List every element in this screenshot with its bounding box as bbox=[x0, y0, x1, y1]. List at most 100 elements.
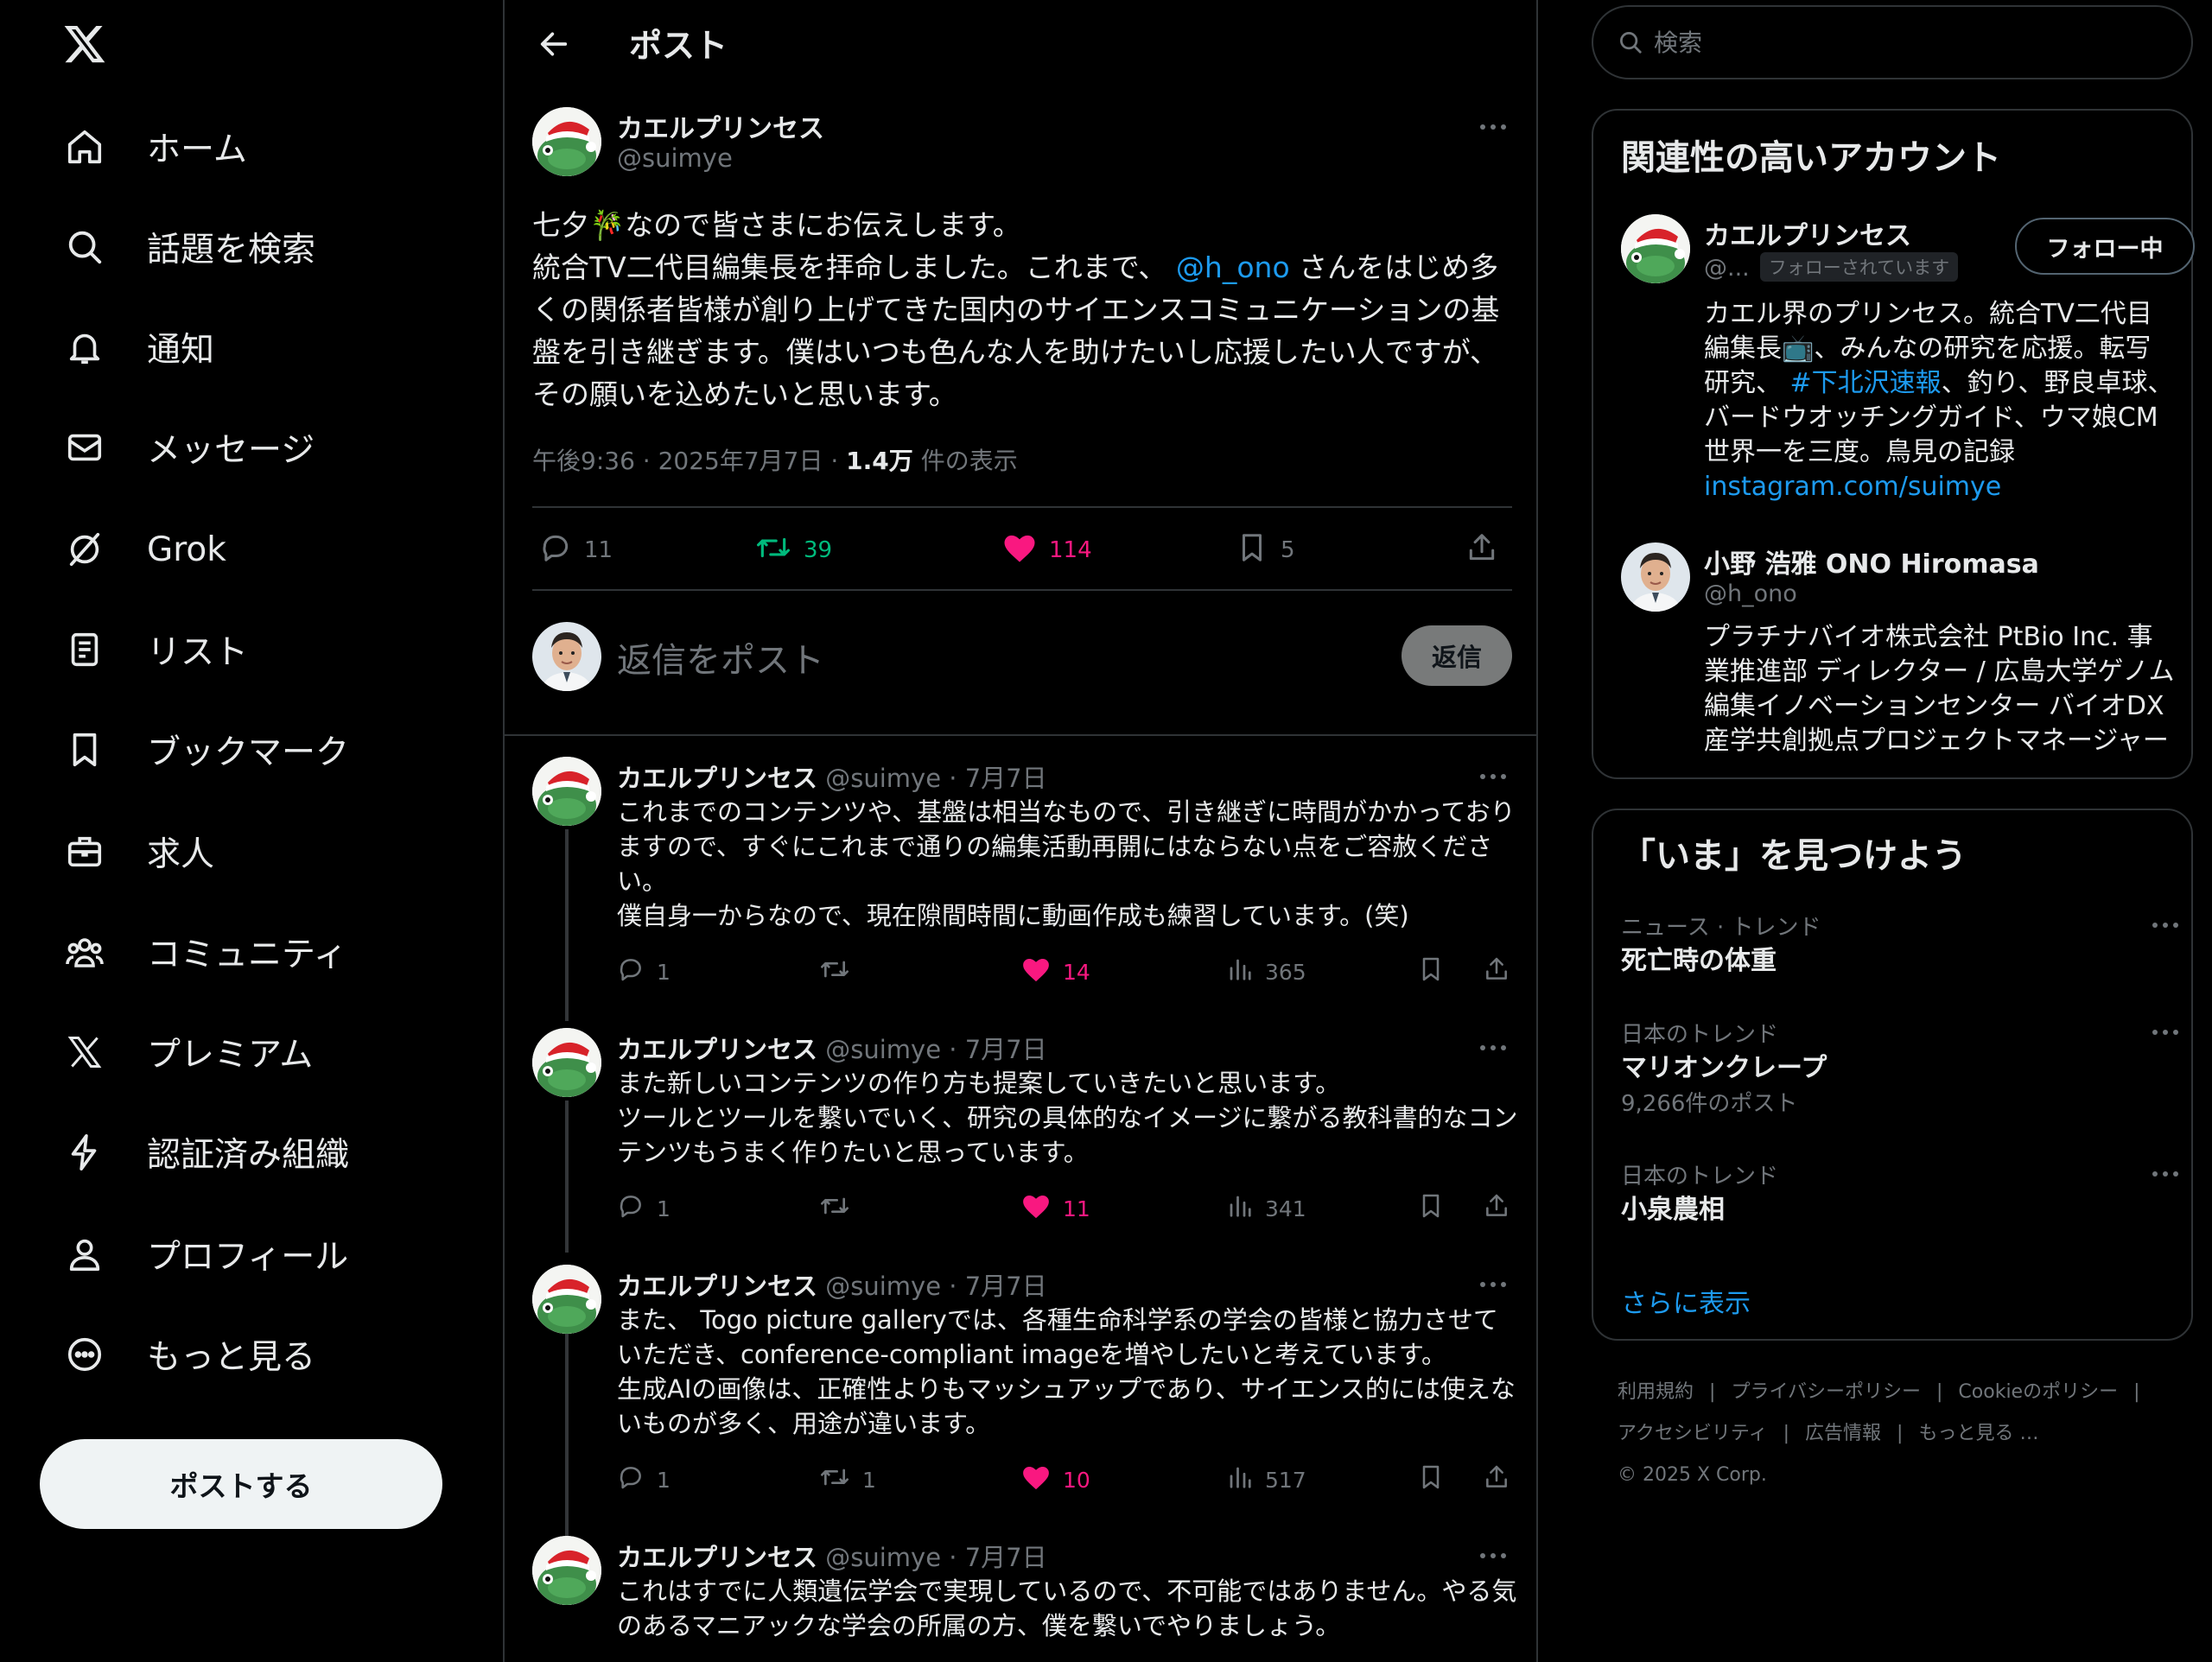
nav-notifications[interactable]: 通知 bbox=[40, 304, 237, 390]
repost-button[interactable] bbox=[819, 1187, 862, 1230]
author-name[interactable]: カエルプリンセス bbox=[617, 1272, 817, 1301]
repost-button[interactable] bbox=[819, 950, 862, 993]
reply-button[interactable]: 1 bbox=[617, 1187, 671, 1230]
author-handle[interactable]: @suimye bbox=[825, 1035, 941, 1064]
view-count: 365 bbox=[1265, 959, 1306, 985]
author-handle[interactable]: @suimye bbox=[825, 764, 941, 793]
avatar[interactable] bbox=[1621, 214, 1690, 283]
following-button[interactable]: フォロー中 bbox=[2015, 218, 2195, 275]
share-button[interactable] bbox=[1483, 1187, 1510, 1230]
trend-item[interactable]: ニュース · トレンド 死亡時の体重 bbox=[1621, 912, 2178, 980]
avatar[interactable] bbox=[532, 757, 601, 826]
nav-explore[interactable]: 話題を検索 bbox=[40, 204, 338, 290]
account-name[interactable]: 小野 浩雅 ONO Hiromasa bbox=[1704, 542, 2039, 580]
nav-grok[interactable]: Grok bbox=[40, 506, 249, 593]
footer-link-ads[interactable]: 広告情報 bbox=[1805, 1423, 1881, 1444]
views-button[interactable]: 341 bbox=[1227, 1187, 1306, 1230]
views-button[interactable]: 517 bbox=[1227, 1458, 1306, 1501]
like-button[interactable]: 114 bbox=[1002, 518, 1092, 582]
nav-premium[interactable]: プレミアム bbox=[40, 1009, 335, 1095]
reply-button[interactable]: 11 bbox=[539, 518, 613, 582]
search-bar[interactable] bbox=[1592, 5, 2193, 79]
show-more-link[interactable]: さらに表示 bbox=[1621, 1282, 1751, 1320]
post-timestamp[interactable]: 午後9:36 · 2025年7月7日 · bbox=[532, 447, 846, 475]
reply-submit-button[interactable]: 返信 bbox=[1402, 625, 1512, 686]
bookmark-icon bbox=[1417, 955, 1445, 988]
views-button[interactable]: 365 bbox=[1227, 950, 1306, 993]
nav-label: Grok bbox=[147, 530, 226, 569]
reply-actions: 1 1 10 517 bbox=[617, 1458, 1524, 1501]
repost-button[interactable]: 1 bbox=[819, 1458, 876, 1501]
post-date[interactable]: 7月7日 bbox=[965, 1543, 1047, 1572]
nav-lists[interactable]: リスト bbox=[40, 606, 270, 693]
like-count: 14 bbox=[1063, 959, 1090, 985]
mention-link[interactable]: @h_ono bbox=[1176, 251, 1290, 284]
more-options-icon[interactable] bbox=[1476, 764, 1510, 790]
bio-link[interactable]: instagram.com/suimye bbox=[1704, 472, 2001, 502]
nav-home[interactable]: ホーム bbox=[40, 104, 270, 190]
more-options-icon[interactable] bbox=[2148, 1161, 2183, 1187]
footer-link-terms[interactable]: 利用規約 bbox=[1618, 1381, 1694, 1403]
like-count: 114 bbox=[1049, 537, 1092, 563]
account-name[interactable]: カエルプリンセス bbox=[1704, 214, 1911, 252]
share-button[interactable] bbox=[1483, 1458, 1510, 1501]
footer-link-more[interactable]: もっと見る … bbox=[1918, 1423, 2038, 1444]
reply-input[interactable]: 返信をポスト bbox=[617, 632, 824, 682]
more-options-icon[interactable] bbox=[1476, 1272, 1510, 1297]
account-handle[interactable]: @h_ono bbox=[1704, 580, 1797, 607]
nav-communities[interactable]: コミュニティ bbox=[40, 909, 370, 995]
nav-jobs[interactable]: 求人 bbox=[40, 809, 237, 895]
avatar[interactable] bbox=[532, 622, 601, 691]
author-name[interactable]: カエルプリンセス bbox=[617, 1035, 817, 1064]
post-date[interactable]: 7月7日 bbox=[965, 1035, 1047, 1064]
author-name[interactable]: カエルプリンセス bbox=[617, 107, 824, 145]
hashtag-link[interactable]: #下北沢速報 bbox=[1790, 368, 1942, 398]
account-handle-text[interactable]: @... bbox=[1704, 255, 1750, 282]
nav-verified-orgs[interactable]: 認証済み組織 bbox=[40, 1109, 372, 1196]
post-date[interactable]: 7月7日 bbox=[965, 1272, 1047, 1301]
like-button[interactable]: 14 bbox=[1021, 950, 1090, 993]
reply-button[interactable]: 1 bbox=[617, 950, 671, 993]
bookmark-button[interactable] bbox=[1417, 1458, 1445, 1501]
nav-profile[interactable]: プロフィール bbox=[40, 1211, 371, 1297]
author-name[interactable]: カエルプリンセス bbox=[617, 764, 817, 793]
footer-link-cookies[interactable]: Cookieのポリシー bbox=[1958, 1381, 2118, 1403]
reply-button[interactable]: 1 bbox=[617, 1458, 671, 1501]
avatar[interactable] bbox=[1621, 542, 1690, 612]
more-options-icon[interactable] bbox=[1476, 114, 1510, 140]
nav-messages[interactable]: メッセージ bbox=[40, 404, 337, 491]
author-name[interactable]: カエルプリンセス bbox=[617, 1543, 817, 1572]
trend-item[interactable]: 日本のトレンド マリオンクレープ 9,266件のポスト bbox=[1621, 1019, 2178, 1121]
trend-item[interactable]: 日本のトレンド 小泉農相 bbox=[1621, 1161, 2178, 1228]
post-date[interactable]: 7月7日 bbox=[965, 764, 1047, 793]
avatar[interactable] bbox=[532, 1536, 601, 1605]
bookmark-button[interactable] bbox=[1417, 1187, 1445, 1230]
author-handle[interactable]: @suimye bbox=[617, 143, 733, 173]
like-button[interactable]: 10 bbox=[1021, 1458, 1090, 1501]
x-logo-icon[interactable] bbox=[62, 22, 107, 67]
repost-button[interactable]: 39 bbox=[755, 518, 832, 582]
like-button[interactable]: 11 bbox=[1021, 1187, 1090, 1230]
search-input[interactable] bbox=[1652, 27, 2139, 58]
more-options-icon[interactable] bbox=[1476, 1035, 1510, 1061]
author-handle[interactable]: @suimye bbox=[825, 1543, 941, 1572]
nav-label: メッセージ bbox=[147, 431, 315, 470]
share-button[interactable] bbox=[1465, 518, 1498, 582]
post-button[interactable]: ポストする bbox=[40, 1439, 442, 1529]
bookmark-button[interactable] bbox=[1417, 950, 1445, 993]
more-options-icon[interactable] bbox=[1476, 1543, 1510, 1569]
avatar[interactable] bbox=[532, 1028, 601, 1097]
share-button[interactable] bbox=[1483, 950, 1510, 993]
reply-count: 1 bbox=[657, 1196, 671, 1221]
avatar[interactable] bbox=[532, 1265, 601, 1334]
footer-link-privacy[interactable]: プライバシーポリシー bbox=[1731, 1381, 1921, 1403]
back-arrow-icon[interactable] bbox=[531, 21, 577, 67]
nav-more[interactable]: もっと見る bbox=[40, 1311, 338, 1398]
footer-link-accessibility[interactable]: アクセシビリティ bbox=[1618, 1423, 1768, 1444]
author-handle[interactable]: @suimye bbox=[825, 1272, 941, 1301]
bookmark-button[interactable]: 5 bbox=[1236, 518, 1295, 582]
nav-bookmarks[interactable]: ブックマーク bbox=[40, 707, 372, 793]
more-options-icon[interactable] bbox=[2148, 912, 2183, 938]
avatar[interactable] bbox=[532, 107, 601, 176]
more-options-icon[interactable] bbox=[2148, 1019, 2183, 1045]
